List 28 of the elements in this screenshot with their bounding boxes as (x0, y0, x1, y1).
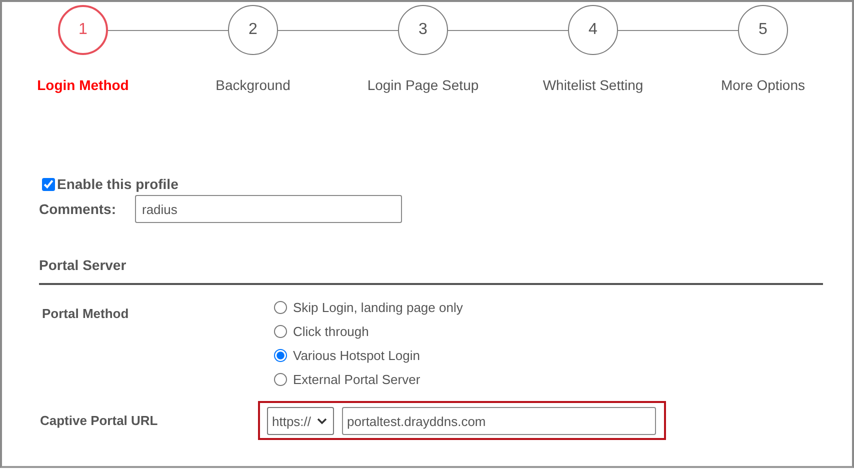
radio-label: Click through (293, 324, 369, 339)
radio-label: Skip Login, landing page only (293, 300, 463, 315)
portal-method-label: Portal Method (41, 306, 130, 323)
url-field[interactable]: portaltest.drayddns.com (342, 407, 656, 435)
protocol-select[interactable]: https:// (267, 407, 334, 435)
step-circle[interactable]: 4 (568, 5, 618, 55)
step-circle[interactable]: 5 (738, 5, 788, 55)
section-title: Portal Server (39, 257, 128, 273)
radio-button[interactable] (274, 325, 287, 338)
comments-label: Comments: (39, 201, 118, 217)
radio-label: Various Hotspot Login (293, 348, 420, 363)
step-label[interactable]: Login Method (37, 77, 129, 93)
radio-button[interactable] (274, 301, 287, 314)
step-label[interactable]: Whitelist Setting (542, 77, 644, 93)
chevron-icon (317, 418, 328, 424)
step-circle[interactable]: 2 (228, 5, 278, 55)
comments-field[interactable]: radius (135, 195, 402, 223)
step-label[interactable]: More Options (720, 77, 806, 93)
radio-button[interactable] (274, 373, 287, 386)
step-label[interactable]: Background (216, 77, 290, 93)
enable-checkbox[interactable] (42, 178, 55, 190)
captive-portal-url-label: Captive Portal URL (39, 413, 159, 428)
step-circle[interactable]: 1 (58, 5, 108, 55)
step-label[interactable]: Login Page Setup (367, 77, 479, 93)
radio-button[interactable] (274, 349, 287, 362)
step-circle[interactable]: 3 (398, 5, 448, 55)
enable-label: Enable this profile (57, 176, 178, 192)
radio-label: External Portal Server (293, 372, 420, 387)
